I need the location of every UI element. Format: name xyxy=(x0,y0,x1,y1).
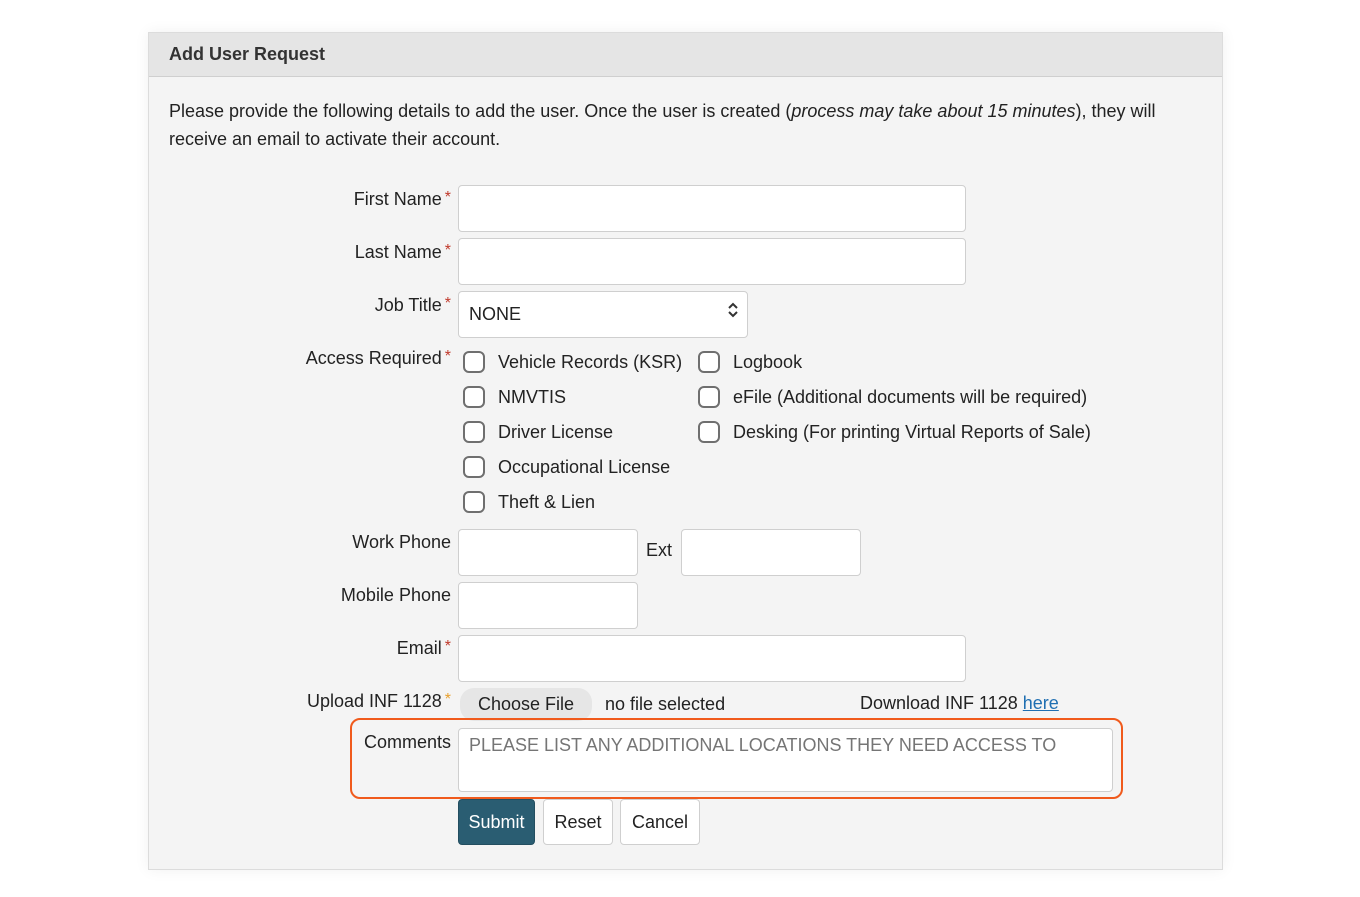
cancel-button[interactable]: Cancel xyxy=(620,799,700,845)
checkbox[interactable] xyxy=(463,351,485,373)
download-inf-label: Download INF 1128 xyxy=(860,693,1018,713)
job-title-select[interactable]: NONE xyxy=(458,291,748,338)
intro-text: Please provide the following details to … xyxy=(169,97,1184,153)
first-name-label: First Name * xyxy=(354,189,451,210)
access-option-efile[interactable]: eFile (Additional documents will be requ… xyxy=(698,386,1087,408)
access-option-label: Driver License xyxy=(498,421,614,442)
access-option-label: Vehicle Records (KSR) xyxy=(498,351,683,372)
intro-text-part1: Please provide the following details to … xyxy=(169,101,792,121)
checkbox[interactable] xyxy=(698,421,720,443)
work-phone-label: Work Phone xyxy=(352,532,451,552)
intro-text-italic: process may take about 15 minutes xyxy=(791,101,1076,121)
access-option-label: Desking (For printing Virtual Reports of… xyxy=(733,421,1091,442)
email-label: Email * xyxy=(397,638,451,659)
upload-label-text: Upload INF 1128 xyxy=(307,691,442,711)
first-name-input[interactable] xyxy=(458,185,966,232)
access-option-label: Theft & Lien xyxy=(498,491,596,512)
checkbox[interactable] xyxy=(463,421,485,443)
required-marker: * xyxy=(444,242,451,259)
checkbox[interactable] xyxy=(698,351,720,373)
reset-button[interactable]: Reset xyxy=(543,799,613,845)
access-option-label: Occupational License xyxy=(498,456,671,477)
access-option-label: Logbook xyxy=(733,351,803,372)
email-label-text: Email xyxy=(396,638,442,658)
last-name-label-text: Last Name xyxy=(354,242,442,262)
last-name-label: Last Name * xyxy=(355,242,451,263)
required-marker: * xyxy=(444,638,451,655)
access-option-logbook[interactable]: Logbook xyxy=(698,351,802,373)
required-marker: * xyxy=(444,691,451,708)
required-marker: * xyxy=(444,348,451,365)
checkbox[interactable] xyxy=(463,491,485,513)
comments-textarea[interactable] xyxy=(458,728,1113,792)
last-name-input[interactable] xyxy=(458,238,966,285)
mobile-phone-input[interactable] xyxy=(458,582,638,629)
access-option-theft-lien[interactable]: Theft & Lien xyxy=(463,491,595,513)
work-phone-input[interactable] xyxy=(458,529,638,576)
choose-file-button[interactable]: Choose File xyxy=(460,688,593,721)
access-option-vehicle-records[interactable]: Vehicle Records (KSR) xyxy=(463,351,682,373)
comments-label: Comments xyxy=(363,732,451,752)
email-input[interactable] xyxy=(458,635,966,682)
required-marker: * xyxy=(444,295,451,312)
chevron-up-down-icon xyxy=(727,300,739,321)
job-title-label-text: Job Title xyxy=(374,295,442,315)
required-marker: * xyxy=(444,189,451,206)
access-option-label: NMVTIS xyxy=(498,386,567,407)
ext-label: Ext xyxy=(646,540,673,560)
checkbox[interactable] xyxy=(463,386,485,408)
checkbox[interactable] xyxy=(463,456,485,478)
access-option-occupational-license[interactable]: Occupational License xyxy=(463,456,670,478)
file-status-text: no file selected xyxy=(605,694,726,714)
access-option-nmvtis[interactable]: NMVTIS xyxy=(463,386,566,408)
download-here-link[interactable]: here xyxy=(1023,693,1059,713)
access-option-desking[interactable]: Desking (For printing Virtual Reports of… xyxy=(698,421,1091,443)
checkbox[interactable] xyxy=(698,386,720,408)
mobile-phone-label: Mobile Phone xyxy=(340,585,451,605)
job-title-selected-value: NONE xyxy=(469,304,522,324)
download-inf-text: Download INF 1128 here xyxy=(860,693,1059,714)
job-title-label: Job Title * xyxy=(375,295,451,316)
ext-input[interactable] xyxy=(681,529,861,576)
upload-label: Upload INF 1128 * xyxy=(307,691,451,712)
panel-title: Add User Request xyxy=(149,33,1222,77)
access-option-driver-license[interactable]: Driver License xyxy=(463,421,613,443)
access-required-label: Access Required * xyxy=(306,348,451,369)
first-name-label-text: First Name xyxy=(353,189,442,209)
access-option-label: eFile (Additional documents will be requ… xyxy=(733,386,1088,407)
access-required-label-text: Access Required xyxy=(305,348,442,368)
submit-button[interactable]: Submit xyxy=(458,799,535,845)
